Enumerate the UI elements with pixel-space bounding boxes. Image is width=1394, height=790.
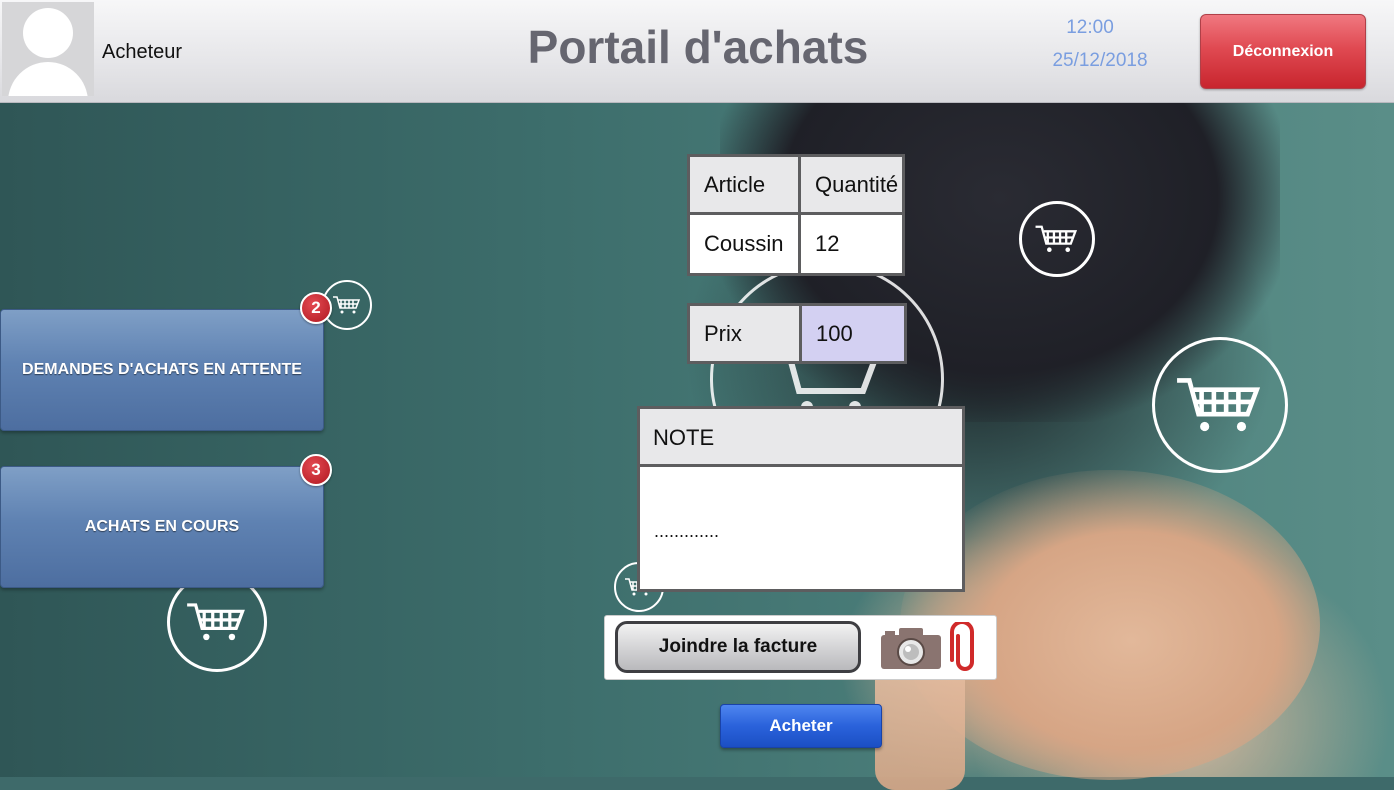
avatar-head bbox=[23, 8, 73, 58]
attach-invoice-button[interactable]: Joindre la facture bbox=[615, 621, 861, 673]
pending-requests-label: DEMANDES D'ACHATS EN ATTENTE bbox=[22, 361, 302, 378]
pending-requests-badge: 2 bbox=[300, 292, 332, 324]
in-progress-badge: 3 bbox=[300, 454, 332, 486]
buy-button[interactable]: Acheter bbox=[720, 704, 882, 748]
cart-icon bbox=[1019, 201, 1095, 277]
price-label: Prix bbox=[687, 303, 802, 364]
logout-button[interactable]: Déconnexion bbox=[1200, 14, 1366, 89]
note-label: NOTE bbox=[640, 409, 962, 467]
note-field[interactable]: ............. bbox=[654, 521, 719, 542]
header-bar: Acheteur Portail d'achats 12:00 25/12/20… bbox=[0, 0, 1394, 103]
clock-date: 25/12/2018 bbox=[1052, 50, 1148, 71]
quantity-header: Quantité bbox=[798, 154, 905, 215]
clock-time: 12:00 bbox=[1066, 17, 1114, 38]
note-box: NOTE ............. bbox=[637, 406, 965, 592]
article-header: Article bbox=[687, 154, 801, 215]
avatar-body bbox=[8, 62, 88, 96]
avatar bbox=[2, 2, 94, 96]
user-role: Acheteur bbox=[102, 41, 183, 63]
pending-requests-button[interactable]: DEMANDES D'ACHATS EN ATTENTE bbox=[0, 309, 324, 431]
article-value[interactable]: Coussin bbox=[687, 212, 801, 276]
price-value[interactable]: 100 bbox=[799, 303, 907, 364]
attach-panel: Joindre la facture bbox=[604, 615, 997, 680]
cart-icon bbox=[1152, 337, 1288, 473]
in-progress-button[interactable]: ACHATS EN COURS bbox=[0, 466, 324, 588]
paperclip-icon[interactable] bbox=[948, 620, 982, 679]
in-progress-label: ACHATS EN COURS bbox=[84, 518, 240, 535]
camera-icon[interactable] bbox=[879, 625, 943, 676]
page-title: Portail d'achats bbox=[527, 21, 869, 73]
quantity-value[interactable]: 12 bbox=[798, 212, 905, 276]
